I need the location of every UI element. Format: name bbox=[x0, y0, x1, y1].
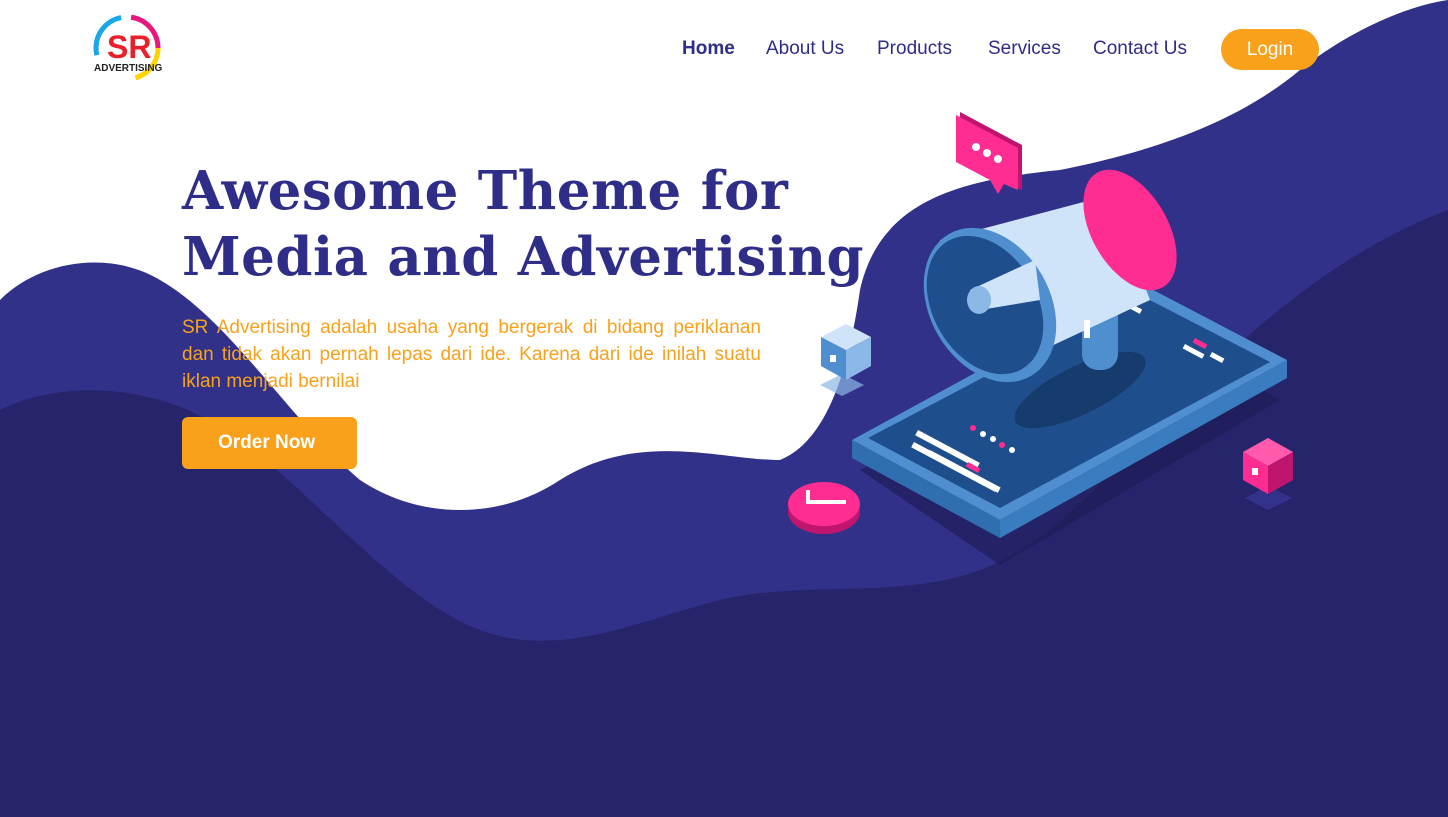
blue-cube-icon bbox=[820, 324, 871, 396]
clock-icon bbox=[788, 482, 860, 534]
hero-illustration bbox=[788, 112, 1293, 565]
pink-cube-icon bbox=[1243, 438, 1293, 510]
chat-bubble-icon bbox=[956, 112, 1022, 194]
